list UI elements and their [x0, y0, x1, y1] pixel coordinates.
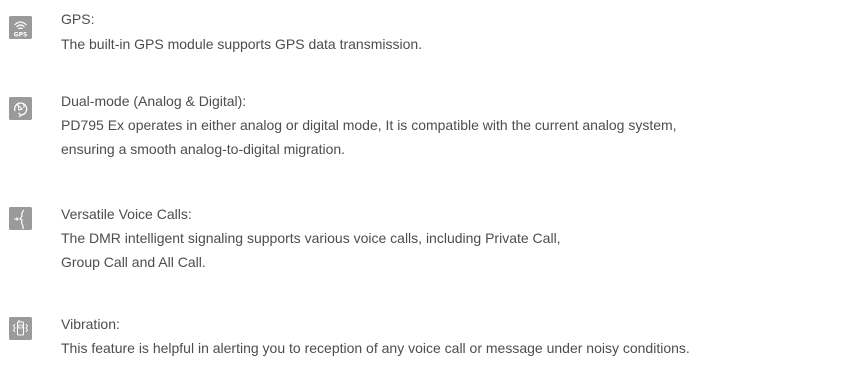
feature-title: Dual-mode (Analog & Digital):: [61, 93, 247, 109]
feature-description: This feature is helpful in alerting you …: [61, 336, 690, 360]
vibration-icon: [9, 317, 32, 340]
feature-title: GPS:: [61, 11, 95, 27]
svg-text:GPS: GPS: [14, 32, 28, 39]
description-line: The built-in GPS module supports GPS dat…: [61, 36, 423, 52]
description-line: ensuring a smooth analog-to-digital migr…: [61, 141, 346, 157]
feature-title: Vibration:: [61, 316, 120, 332]
description-line: This feature is helpful in alerting you …: [61, 340, 690, 356]
description-line: The DMR intelligent signaling supports v…: [61, 230, 561, 246]
description-line: PD795 Ex operates in either analog or di…: [61, 117, 677, 133]
voice-call-icon: [9, 207, 32, 230]
feature-description: The built-in GPS module supports GPS dat…: [61, 32, 422, 56]
dual-mode-icon: [9, 97, 32, 120]
feature-description: PD795 Ex operates in either analog or di…: [61, 113, 677, 161]
feature-description: The DMR intelligent signaling supports v…: [61, 226, 561, 274]
feature-title: Versatile Voice Calls:: [61, 206, 192, 222]
description-line: Group Call and All Call.: [61, 254, 206, 270]
gps-icon: GPS: [9, 16, 32, 39]
